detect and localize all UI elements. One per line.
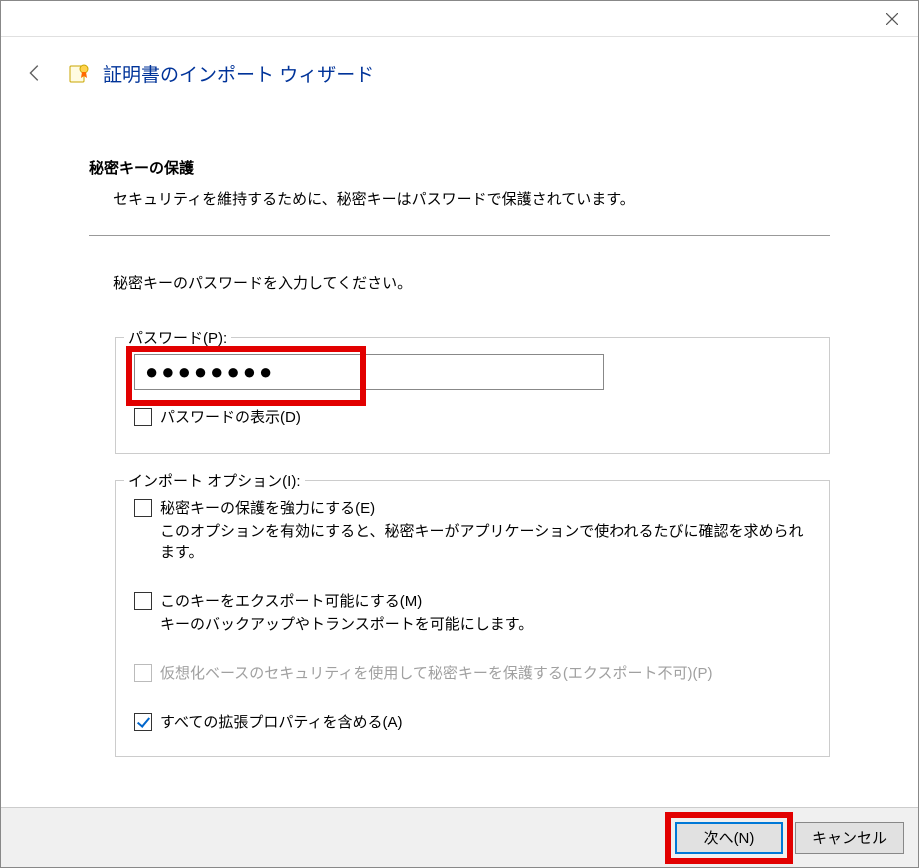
section-description: セキュリティを維持するために、秘密キーはパスワードで保護されています。 bbox=[113, 188, 830, 209]
strong-protection-sublabel: このオプションを有効にすると、秘密キーがアプリケーションで使われるたびに確認を求… bbox=[160, 520, 811, 562]
exportable-sublabel: キーのバックアップやトランスポートを可能にします。 bbox=[160, 613, 533, 634]
wizard-footer: 次へ(N) キャンセル bbox=[1, 807, 918, 867]
import-options-groupbox: インポート オプション(I): 秘密キーの保護を強力にする(E) このオプション… bbox=[115, 480, 830, 757]
section-heading: 秘密キーの保護 bbox=[89, 157, 830, 178]
titlebar bbox=[1, 1, 918, 37]
exportable-label[interactable]: このキーをエクスポート可能にする(M) bbox=[160, 590, 533, 611]
show-password-label[interactable]: パスワードの表示(D) bbox=[160, 406, 301, 427]
exportable-checkbox[interactable] bbox=[134, 592, 152, 610]
cancel-button[interactable]: キャンセル bbox=[795, 822, 904, 854]
certificate-icon bbox=[67, 61, 91, 85]
strong-protection-checkbox[interactable] bbox=[134, 499, 152, 517]
password-legend: パスワード(P): bbox=[124, 327, 231, 348]
back-arrow-icon[interactable] bbox=[21, 59, 49, 87]
password-input[interactable] bbox=[134, 354, 604, 390]
strong-protection-label[interactable]: 秘密キーの保護を強力にする(E) bbox=[160, 497, 811, 518]
wizard-window: 証明書のインポート ウィザード 秘密キーの保護 セキュリティを維持するために、秘… bbox=[0, 0, 919, 868]
import-options-legend: インポート オプション(I): bbox=[124, 470, 305, 491]
wizard-header: 証明書のインポート ウィザード bbox=[1, 37, 918, 97]
wizard-content: 秘密キーの保護 セキュリティを維持するために、秘密キーはパスワードで保護されてい… bbox=[1, 97, 918, 757]
password-prompt: 秘密キーのパスワードを入力してください。 bbox=[113, 272, 830, 293]
wizard-title: 証明書のインポート ウィザード bbox=[103, 60, 374, 87]
all-extended-properties-label[interactable]: すべての拡張プロパティを含める(A) bbox=[160, 711, 402, 732]
close-icon[interactable] bbox=[880, 7, 904, 31]
vbs-checkbox bbox=[134, 664, 152, 682]
all-extended-properties-checkbox[interactable] bbox=[134, 713, 152, 731]
next-button[interactable]: 次へ(N) bbox=[675, 822, 783, 854]
show-password-checkbox[interactable] bbox=[134, 408, 152, 426]
vbs-label: 仮想化ベースのセキュリティを使用して秘密キーを保護する(エクスポート不可)(P) bbox=[160, 662, 712, 683]
divider bbox=[89, 235, 830, 236]
password-groupbox: パスワード(P): パスワードの表示(D) bbox=[115, 337, 830, 454]
